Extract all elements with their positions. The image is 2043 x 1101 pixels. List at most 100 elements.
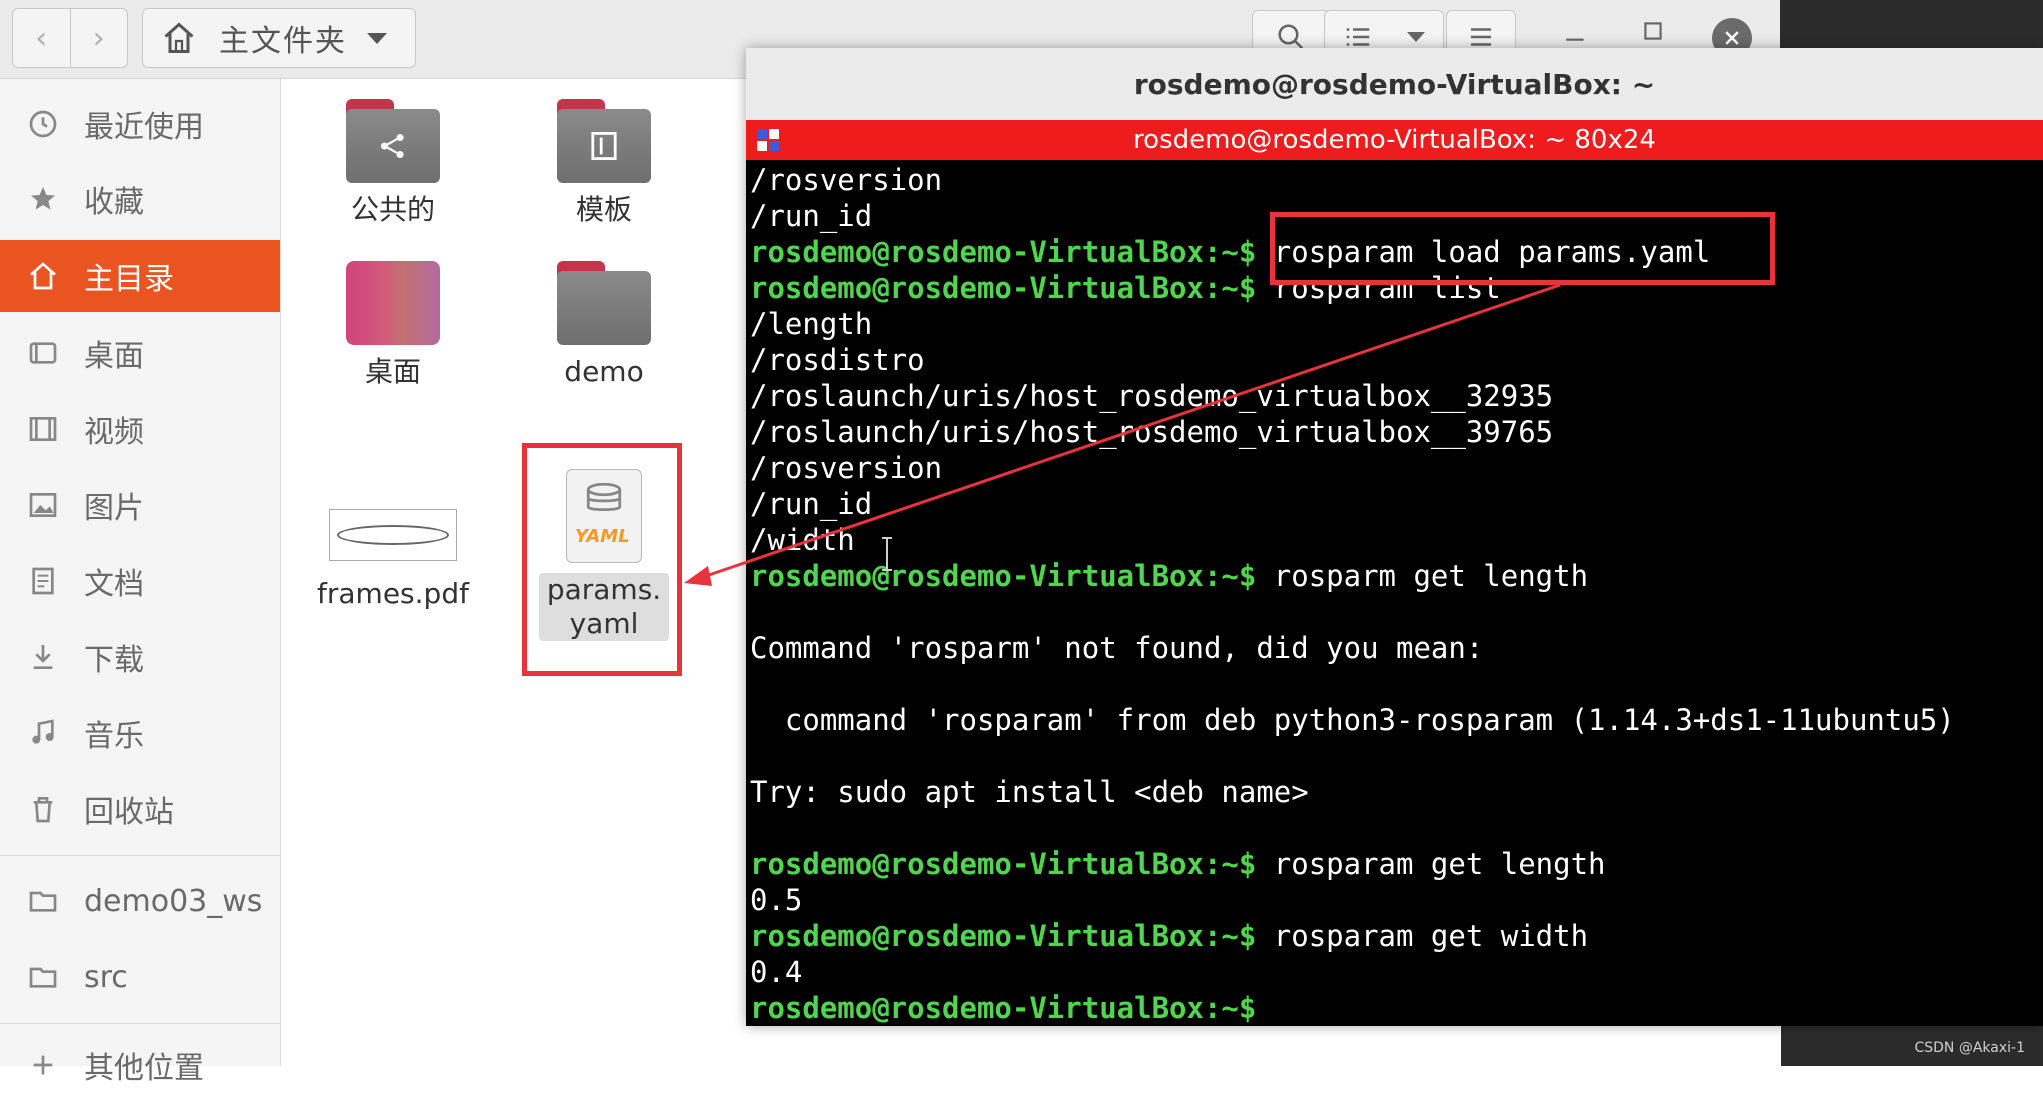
text-cursor-icon: [882, 537, 892, 571]
terminal-tab-title: rosdemo@rosdemo-VirtualBox: ~ 80x24: [1133, 125, 1656, 155]
sidebar-item-pictures[interactable]: 图片: [0, 469, 280, 541]
terminal-output[interactable]: /rosversion/run_id rosdemo@rosdemo-Virtua…: [750, 162, 2040, 1026]
file-item-demo[interactable]: demo: [514, 261, 694, 389]
sidebar-item-demo03-ws[interactable]: demo03_ws: [0, 865, 280, 937]
share-folder-icon: [346, 99, 440, 183]
file-item-public[interactable]: 公共的: [303, 99, 483, 227]
terminal-line: /rosversion: [750, 163, 943, 197]
chevron-left-icon: ‹: [35, 20, 48, 56]
sidebar-item-label: 主目录: [84, 262, 174, 297]
file-item-frames-pdf[interactable]: frames.pdf: [303, 509, 483, 611]
terminal-line: /rosversion: [750, 451, 943, 485]
file-label: 桌面: [364, 355, 421, 388]
file-item-desktop[interactable]: 桌面: [303, 261, 483, 389]
terminal-line: /run_id: [750, 487, 873, 521]
terminal-line: /roslaunch/uris/host_rosdemo_virtualbox_…: [750, 379, 1554, 413]
watermark: CSDN @Akaxi-1: [1914, 1040, 2025, 1056]
annotation-box-load-command: [1270, 212, 1775, 285]
terminal-title: rosdemo@rosdemo-VirtualBox: ~: [746, 48, 2043, 120]
sidebar-item-downloads[interactable]: 下载: [0, 621, 280, 693]
terminal-prompt: rosdemo@rosdemo-VirtualBox:~$: [750, 271, 1257, 305]
music-icon: [26, 716, 60, 750]
sidebar-item-label: 回收站: [84, 795, 174, 830]
terminal-line: /roslaunch/uris/host_rosdemo_virtualbox_…: [750, 415, 1554, 449]
clock-icon: [26, 107, 60, 141]
terminal-line: Try: sudo apt install <deb name>: [750, 775, 1309, 809]
sidebar-separator: [0, 855, 280, 856]
terminal-prompt: rosdemo@rosdemo-VirtualBox:~$: [750, 235, 1257, 269]
trash-icon: [26, 792, 60, 826]
sidebar-item-label: 最近使用: [84, 110, 204, 145]
chevron-down-icon[interactable]: [367, 32, 387, 44]
back-button[interactable]: ‹: [13, 9, 70, 67]
sidebar-item-home[interactable]: 主目录: [0, 240, 280, 312]
file-label: frames.pdf: [317, 577, 469, 610]
star-icon: [26, 182, 60, 216]
places-sidebar: 最近使用 收藏 主目录 桌面 视频 图片 文档 下载 音乐 回收站 demo03…: [0, 79, 281, 1086]
sidebar-item-label: 音乐: [84, 719, 144, 754]
terminal-app-icon: [757, 129, 779, 151]
pdf-file-icon: [329, 509, 457, 561]
terminal-line: command 'rosparam' from deb python3-rosp…: [750, 703, 1955, 737]
home-icon: [164, 22, 194, 53]
sidebar-item-recent[interactable]: 最近使用: [0, 88, 280, 160]
terminal-prompt: rosdemo@rosdemo-VirtualBox:~$: [750, 559, 1257, 593]
terminal-line: rosdemo@rosdemo-VirtualBox:~$ rosparam g…: [750, 846, 2040, 882]
plus-icon: [26, 1048, 60, 1082]
maximize-icon: [1644, 22, 1662, 40]
path-bar[interactable]: 主文件夹: [142, 8, 416, 68]
terminal-line: rosdemo@rosdemo-VirtualBox:~$ rosparm ge…: [750, 558, 2040, 594]
terminal-line: /width: [750, 523, 855, 557]
close-icon: [1725, 31, 1739, 45]
chevron-right-icon: ›: [92, 20, 105, 56]
sidebar-item-label: 桌面: [84, 339, 144, 374]
file-item-templates[interactable]: 模板: [514, 99, 694, 227]
chevron-down-icon: [1407, 32, 1425, 42]
maximize-button[interactable]: [1640, 18, 1666, 51]
terminal-line: rosdemo@rosdemo-VirtualBox:~$ rosparam g…: [750, 918, 2040, 954]
sidebar-item-label: 文档: [84, 567, 144, 602]
terminal-line: rosdemo@rosdemo-VirtualBox:~$: [750, 990, 2040, 1026]
desktop-folder-icon: [346, 261, 440, 345]
sidebar-item-videos[interactable]: 视频: [0, 393, 280, 465]
sidebar-item-label: 图片: [84, 491, 144, 526]
sidebar-item-desktop[interactable]: 桌面: [0, 317, 280, 389]
sidebar-item-label: src: [84, 959, 128, 995]
terminal-line: Command 'rosparm' not found, did you mea…: [750, 631, 1484, 665]
path-label: 主文件夹: [219, 24, 347, 59]
terminal-line: 0.4: [750, 955, 803, 989]
terminal-line: /rosdistro: [750, 343, 925, 377]
picture-icon: [26, 488, 60, 522]
file-label: demo: [564, 355, 644, 388]
sidebar-item-src[interactable]: src: [0, 941, 280, 1013]
sidebar-item-label: demo03_ws: [84, 883, 263, 919]
annotation-box-yaml: [522, 443, 682, 676]
terminal-command: rosparam get width: [1256, 919, 1589, 953]
terminal-line: 0.5: [750, 883, 803, 917]
download-icon: [26, 640, 60, 674]
folder-icon: [557, 261, 651, 345]
sidebar-item-starred[interactable]: 收藏: [0, 163, 280, 235]
sidebar-item-documents[interactable]: 文档: [0, 545, 280, 617]
sidebar-item-label: 其他位置: [84, 1051, 204, 1086]
folder-icon: [26, 884, 60, 918]
minimize-icon: [1566, 38, 1584, 41]
sidebar-item-trash[interactable]: 回收站: [0, 773, 280, 845]
sidebar-item-other-locations[interactable]: 其他位置: [0, 1029, 280, 1101]
forward-button[interactable]: ›: [69, 9, 128, 67]
file-label: 公共的: [350, 193, 435, 226]
folder-icon: [26, 960, 60, 994]
minimize-button[interactable]: [1562, 18, 1588, 51]
sidebar-item-label: 收藏: [84, 185, 144, 220]
document-icon: [26, 564, 60, 598]
file-label: 模板: [575, 193, 632, 226]
template-folder-icon: [557, 99, 651, 183]
terminal-prompt: rosdemo@rosdemo-VirtualBox:~$: [750, 847, 1257, 881]
desktop-icon: [26, 336, 60, 370]
terminal-prompt: rosdemo@rosdemo-VirtualBox:~$: [750, 919, 1257, 953]
sidebar-item-music[interactable]: 音乐: [0, 697, 280, 769]
terminal-window[interactable]: rosdemo@rosdemo-VirtualBox: ~ rosdemo@ro…: [746, 48, 2043, 1026]
